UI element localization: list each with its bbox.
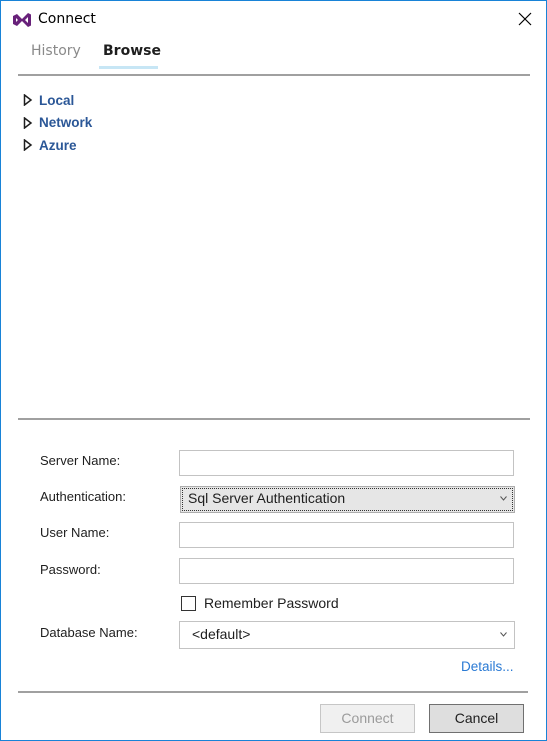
tab-history[interactable]: History <box>31 43 81 59</box>
authentication-select[interactable]: Sql Server Authentication <box>180 486 515 513</box>
active-tab-indicator <box>99 66 158 69</box>
tree-item-network[interactable]: Network <box>23 112 92 135</box>
close-icon[interactable] <box>517 11 533 27</box>
tree-item-azure[interactable]: Azure <box>23 134 92 157</box>
authentication-value: Sql Server Authentication <box>188 490 346 506</box>
password-label: Password: <box>40 562 101 577</box>
server-name-label: Server Name: <box>40 453 121 468</box>
cancel-button[interactable]: Cancel <box>429 704 524 733</box>
tree-item-label: Network <box>39 115 93 131</box>
title-bar: Connect <box>1 1 546 39</box>
chevron-down-icon <box>500 496 507 501</box>
tree-item-label: Azure <box>39 137 77 153</box>
form-divider <box>18 418 530 420</box>
tree-item-label: Local <box>39 92 75 108</box>
connect-button[interactable]: Connect <box>320 704 415 733</box>
database-name-label: Database Name: <box>40 625 138 640</box>
database-name-value: <default> <box>192 626 251 642</box>
remember-password-label[interactable]: Remember Password <box>204 595 339 611</box>
connect-dialog: Connect History Browse Local Network Azu… <box>0 0 547 741</box>
expand-arrow-icon[interactable] <box>23 139 33 152</box>
database-name-select[interactable]: <default> <box>179 621 515 649</box>
tab-browse[interactable]: Browse <box>103 43 161 59</box>
expand-arrow-icon[interactable] <box>23 94 33 107</box>
button-divider <box>18 691 528 693</box>
tree-item-local[interactable]: Local <box>23 89 92 112</box>
details-link[interactable]: Details... <box>461 659 514 674</box>
tab-divider <box>18 74 530 76</box>
window-title: Connect <box>38 11 96 27</box>
user-name-input[interactable] <box>179 522 514 548</box>
user-name-label: User Name: <box>40 525 110 540</box>
visual-studio-logo-icon <box>13 13 31 27</box>
authentication-label: Authentication: <box>40 489 127 504</box>
password-input[interactable] <box>179 558 514 584</box>
chevron-down-icon <box>500 632 507 637</box>
remember-password-checkbox[interactable] <box>181 596 196 611</box>
server-tree: Local Network Azure <box>23 89 92 157</box>
expand-arrow-icon[interactable] <box>23 116 33 129</box>
server-name-input[interactable] <box>179 450 514 476</box>
